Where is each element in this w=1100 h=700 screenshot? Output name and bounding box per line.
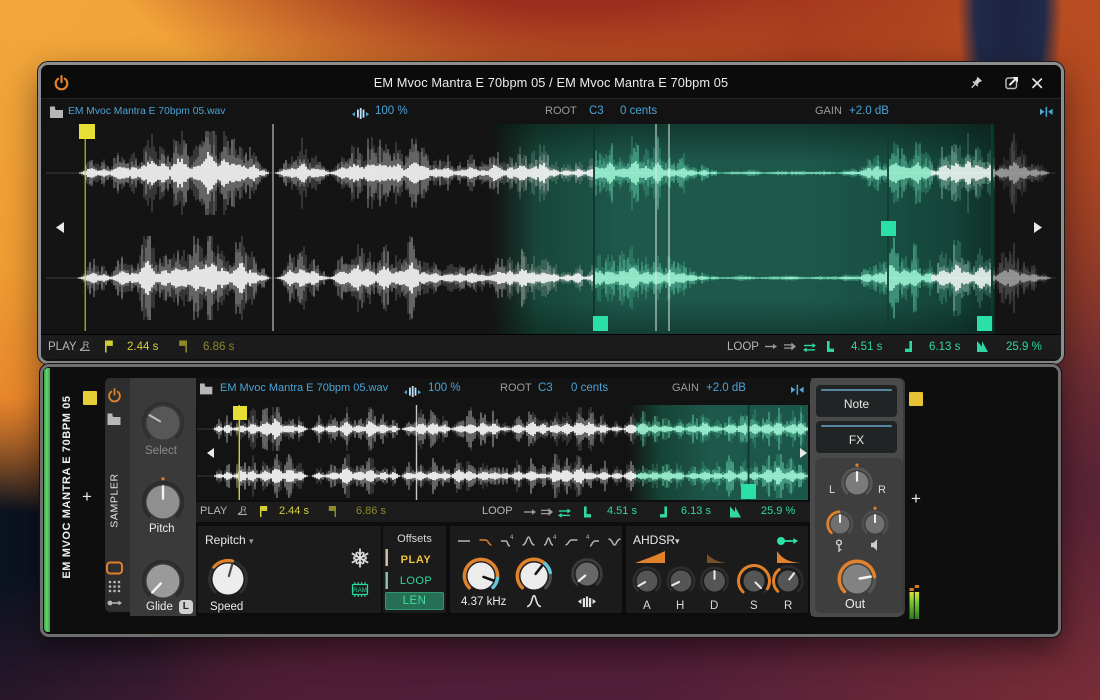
svg-text:R: R [83, 340, 90, 350]
svg-text:R: R [240, 505, 246, 514]
